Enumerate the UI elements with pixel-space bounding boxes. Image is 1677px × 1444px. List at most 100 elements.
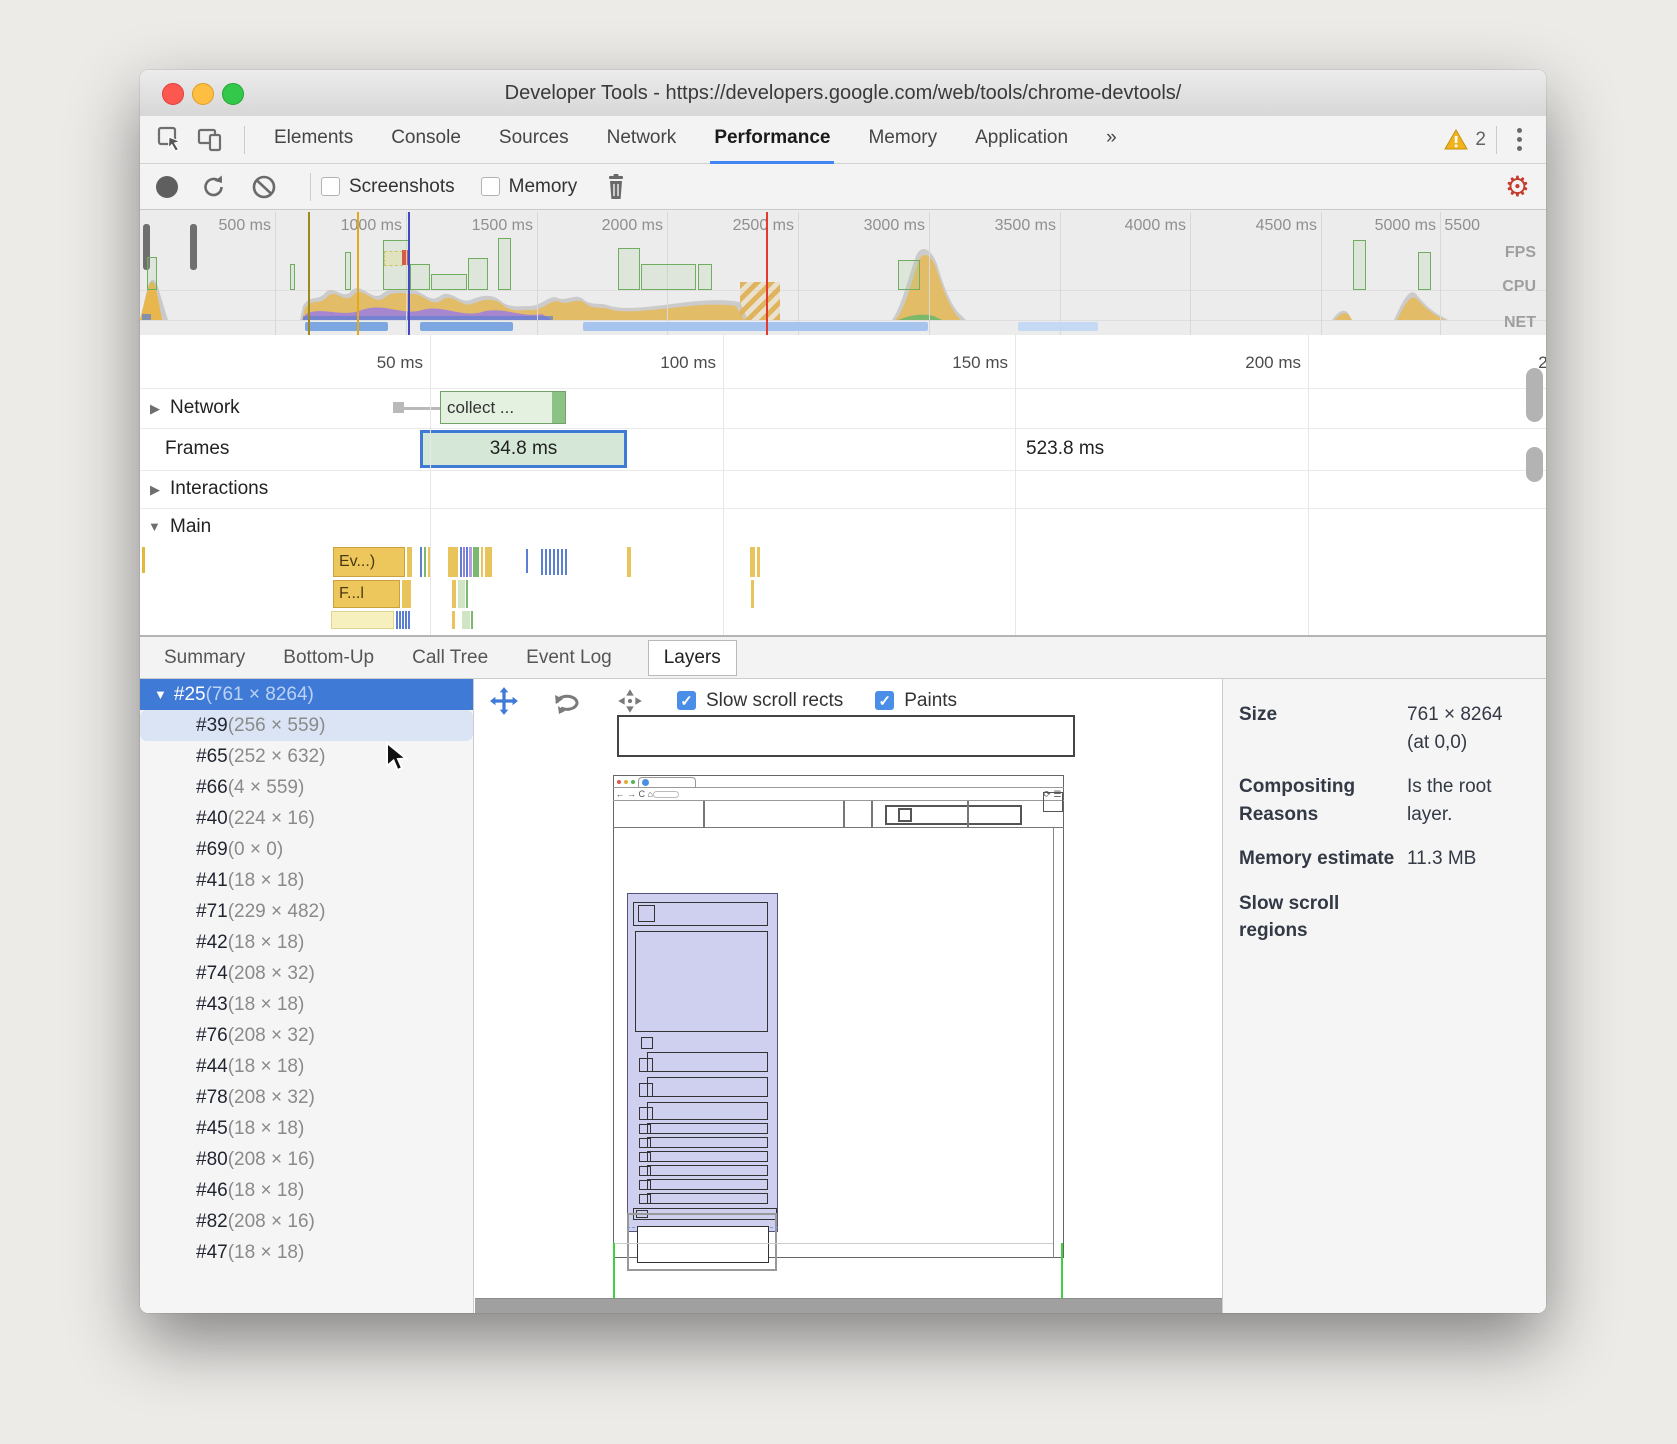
wireframe-row-square <box>639 1058 653 1072</box>
network-request-bar[interactable]: collect ... <box>440 391 566 424</box>
flame-chart[interactable]: ▶ Network Frames ▶ Interactions ▼ Main c… <box>140 335 1546 635</box>
canvas-bottom-scrollbar[interactable] <box>475 1298 1222 1313</box>
expander-icon[interactable]: ▼ <box>154 687 167 702</box>
wireframe-divider <box>967 801 969 828</box>
detail-value: 11.3 MB <box>1407 845 1476 873</box>
wireframe-divider <box>843 801 845 828</box>
network-expander-icon[interactable]: ▶ <box>150 401 160 417</box>
pan-mode-icon[interactable] <box>489 686 519 716</box>
layer-tree-item[interactable]: #71(229 × 482) <box>140 896 473 927</box>
interactions-row-label: Interactions <box>170 478 268 500</box>
frames-next-frame-label: 523.8 ms <box>1026 438 1104 460</box>
timeline-overview[interactable]: 5500 FPS CPU NET 500 ms1000 ms1500 ms200… <box>140 210 1546 336</box>
layer-tree-item[interactable]: ▼#25(761 × 8264) <box>140 679 473 710</box>
slow-scroll-rects-checkbox[interactable]: ✓ <box>677 691 696 710</box>
reload-and-profile-button[interactable] <box>200 173 228 201</box>
panel-tab-bottom-up[interactable]: Bottom-Up <box>281 641 376 675</box>
tab-application[interactable]: Application <box>971 116 1072 164</box>
fps-bar <box>383 240 409 290</box>
warning-indicator[interactable]: 2 <box>1444 129 1486 151</box>
wireframe-top-rect <box>617 715 1075 757</box>
flame-event-mark <box>463 547 465 577</box>
flame-gridline <box>1308 335 1309 635</box>
layer-tree-item[interactable]: #40(224 × 16) <box>140 803 473 834</box>
rotate-mode-icon[interactable] <box>551 686 583 716</box>
layer-id: #43 <box>196 994 228 1016</box>
wireframe-row <box>647 1137 768 1148</box>
paints-checkbox[interactable]: ✓ <box>875 691 894 710</box>
event-box[interactable]: F...l <box>333 580 400 608</box>
kebab-menu-icon[interactable] <box>1507 128 1532 151</box>
layer-tree-item[interactable]: #76(208 × 32) <box>140 1020 473 1051</box>
tab-performance[interactable]: Performance <box>710 116 834 164</box>
timeline-marker <box>357 212 359 335</box>
layer-tree-item[interactable]: #66(4 × 559) <box>140 772 473 803</box>
net-activity-bar <box>420 322 513 331</box>
flame-event-mark <box>561 549 563 575</box>
interactions-expander-icon[interactable]: ▶ <box>150 482 160 498</box>
trash-icon[interactable] <box>603 173 629 201</box>
layer-tree-item[interactable]: #82(208 × 16) <box>140 1206 473 1237</box>
row-divider <box>140 428 1546 429</box>
tab-memory[interactable]: Memory <box>864 116 941 164</box>
layer-tree-item[interactable]: #74(208 × 32) <box>140 958 473 989</box>
clear-button[interactable] <box>250 173 278 201</box>
tab-elements[interactable]: Elements <box>270 116 357 164</box>
memory-label: Memory <box>509 176 578 198</box>
flame-event-mark <box>420 547 422 577</box>
panel-tab-call-tree[interactable]: Call Tree <box>410 641 490 675</box>
panel-tab-event-log[interactable]: Event Log <box>524 641 614 675</box>
reset-view-icon[interactable] <box>615 686 645 716</box>
wireframe-row <box>647 1102 768 1120</box>
tab-console[interactable]: Console <box>387 116 465 164</box>
divider <box>1496 126 1497 154</box>
fps-bar <box>498 238 511 290</box>
overview-tick-label: 5000 ms <box>1312 217 1436 235</box>
layer-tree-item[interactable]: #45(18 × 18) <box>140 1113 473 1144</box>
tab-sources[interactable]: Sources <box>495 116 573 164</box>
layer-tree-item[interactable]: #69(0 × 0) <box>140 834 473 865</box>
tabs-overflow-button[interactable]: » <box>1102 116 1121 164</box>
overview-gridline <box>1060 212 1061 335</box>
layer-3d-view[interactable]: ✓ Slow scroll rects ✓ Paints ← → C ⌂⟳ ☰ <box>475 679 1222 1313</box>
layer-detail-row: Memory estimate11.3 MB <box>1239 845 1536 873</box>
layer-tree-item[interactable]: #47(18 × 18) <box>140 1237 473 1268</box>
traffic-light-close-button[interactable] <box>162 83 184 105</box>
layer-dims: (761 × 8264) <box>206 684 314 706</box>
layer-tree-item[interactable]: #44(18 × 18) <box>140 1051 473 1082</box>
inspect-element-icon[interactable] <box>154 124 186 156</box>
fps-bar <box>290 264 295 290</box>
tab-network[interactable]: Network <box>603 116 681 164</box>
flame-scrollbar-thumb[interactable] <box>1526 447 1543 482</box>
flame-event-mark <box>399 611 401 629</box>
memory-checkbox[interactable] <box>481 177 500 196</box>
layer-id: #39 <box>196 715 228 737</box>
layer-tree-item[interactable]: #46(18 × 18) <box>140 1175 473 1206</box>
event-box[interactable]: Ev...) <box>333 547 405 577</box>
flame-event-mark <box>750 547 755 577</box>
traffic-light-zoom-button[interactable] <box>222 83 244 105</box>
layer-tree-item[interactable]: #42(18 × 18) <box>140 927 473 958</box>
flame-event-mark <box>473 547 479 577</box>
traffic-light-minimize-button[interactable] <box>192 83 214 105</box>
main-expander-icon[interactable]: ▼ <box>148 519 161 534</box>
record-button[interactable] <box>156 176 178 198</box>
settings-gear-icon[interactable]: ⚙ <box>1505 173 1530 201</box>
panel-tab-layers[interactable]: Layers <box>648 640 737 676</box>
layer-tree-item[interactable]: #65(252 × 632) <box>140 741 473 772</box>
layer-tree-item[interactable]: #41(18 × 18) <box>140 865 473 896</box>
screenshots-checkbox[interactable] <box>321 177 340 196</box>
layer-tree-item[interactable]: #43(18 × 18) <box>140 989 473 1020</box>
flame-scrollbar-thumb[interactable] <box>1526 368 1543 422</box>
layer-tree-item[interactable]: #39(256 × 559) <box>140 710 473 741</box>
device-toolbar-icon[interactable] <box>194 124 226 156</box>
frames-selected-frame[interactable]: 34.8 ms <box>420 430 627 468</box>
wireframe-row <box>647 1193 768 1204</box>
panel-tab-summary[interactable]: Summary <box>162 641 247 675</box>
layer-tree-item[interactable]: #78(208 × 32) <box>140 1082 473 1113</box>
overview-gridline <box>798 212 799 335</box>
layer-dims: (18 × 18) <box>228 1242 305 1264</box>
layer-tree-item[interactable]: #80(208 × 16) <box>140 1144 473 1175</box>
overview-tick-label: 500 ms <box>147 217 271 235</box>
flame-event-mark <box>460 547 462 577</box>
